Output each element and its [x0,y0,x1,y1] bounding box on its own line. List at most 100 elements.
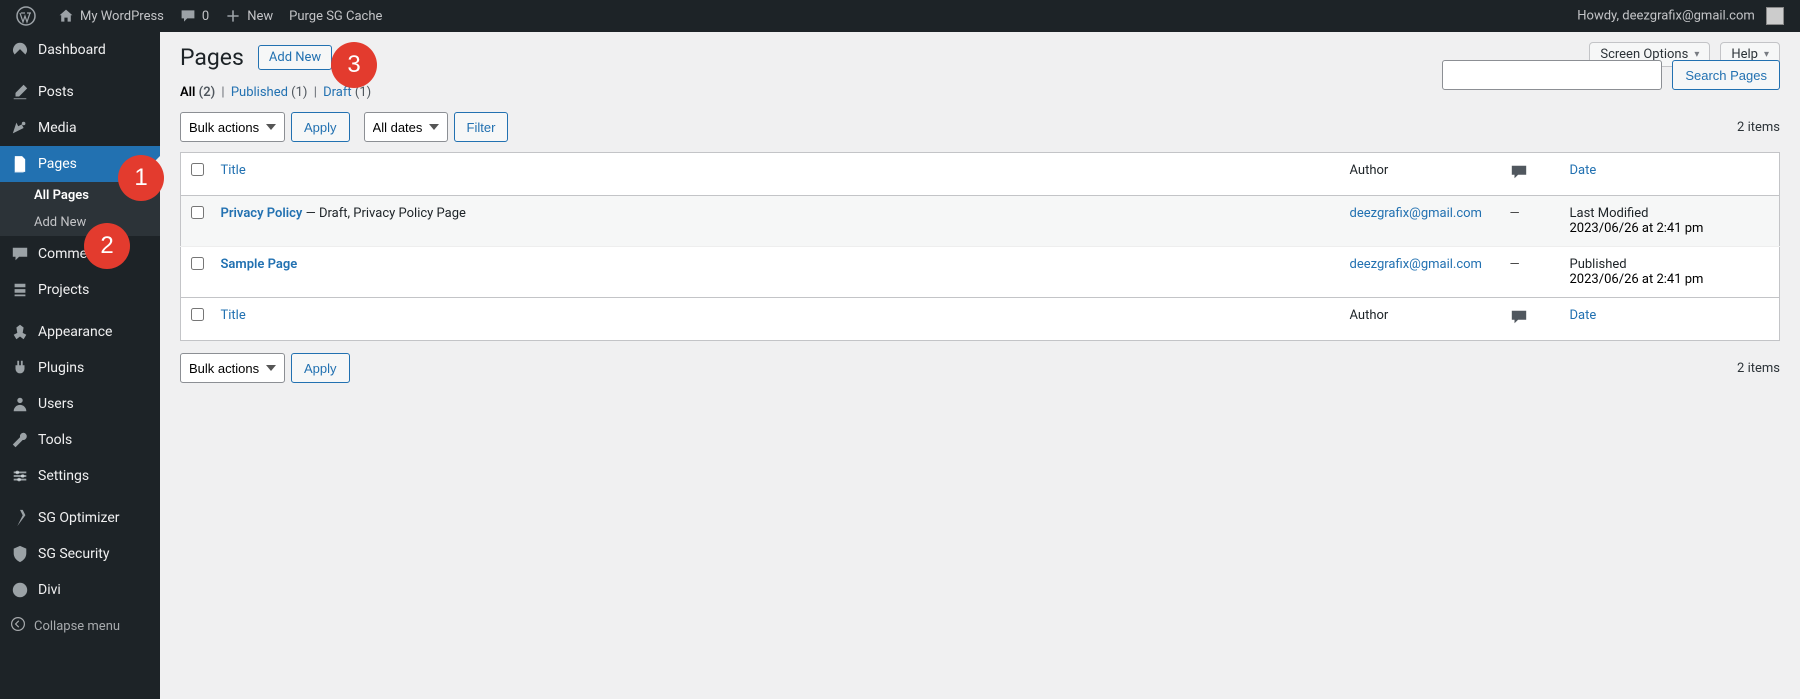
wp-logo[interactable] [8,0,50,32]
sg-security-icon [10,544,30,564]
howdy-user: deezgrafix@gmail.com [1622,8,1754,23]
sidebar-item-comments[interactable]: Comments [0,236,160,272]
table-row: Privacy Policy — Draft, Privacy Policy P… [181,196,1780,247]
posts-icon [10,82,30,102]
comments-column-icon-bottom [1510,315,1528,330]
sidebar-item-label: Settings [38,468,89,484]
toolbar-purge-label: Purge SG Cache [289,9,382,24]
bulk-actions-select-top[interactable]: Bulk actions [180,112,285,142]
date-filter-select[interactable]: All dates [364,112,448,142]
divi-icon [10,580,30,600]
search-box: Search Pages [1442,60,1780,90]
select-all-bottom[interactable] [191,308,204,321]
sidebar-item-appearance[interactable]: Appearance [0,314,160,350]
bulk-apply-bottom[interactable]: Apply [291,353,350,383]
toolbar-new-label: New [247,9,273,24]
avatar [1766,7,1784,25]
bulk-apply-top[interactable]: Apply [291,112,350,142]
sidebar-item-label: Pages [38,156,77,172]
row-comments: — [1510,206,1520,221]
pages-table: Title Author Date Privacy Policy — Draft… [180,152,1780,341]
sidebar-item-label: Media [38,120,77,136]
sidebar-item-label: Divi [38,582,61,598]
column-date-sort[interactable]: Date [1570,163,1597,178]
sidebar-item-posts[interactable]: Posts [0,74,160,110]
projects-icon [10,280,30,300]
row-title-link[interactable]: Privacy Policy [221,206,303,221]
sidebar-item-label: Users [38,396,74,412]
comments-icon [10,244,30,264]
plus-icon [225,8,241,24]
row-select[interactable] [191,206,204,219]
row-select[interactable] [191,257,204,270]
settings-icon [10,466,30,486]
plugins-icon [10,358,30,378]
collapse-menu-label: Collapse menu [34,619,120,634]
annotation-3: 3 [331,42,377,88]
select-all-top[interactable] [191,163,204,176]
column-title-sort[interactable]: Title [221,163,246,178]
page-title: Pages [180,44,258,71]
collapse-menu[interactable]: Collapse menu [0,608,160,644]
collapse-icon [10,616,26,636]
add-new-page-button[interactable]: Add New [258,45,332,70]
toolbar-purge-cache[interactable]: Purge SG Cache [281,0,390,32]
howdy-account[interactable]: Howdy, deezgrafix@gmail.com [1569,7,1792,25]
comments-column-icon [1510,170,1528,185]
media-icon [10,118,30,138]
dashboard-icon [10,40,30,60]
sidebar-item-label: Posts [38,84,74,100]
sidebar-item-dashboard[interactable]: Dashboard [0,32,160,68]
items-count-top: 2 items [1737,120,1780,135]
sidebar-item-label: SG Security [38,546,109,562]
admin-sidebar: DashboardPostsMediaPagesAll PagesAdd New… [0,32,160,699]
row-date-status: Last Modified [1570,206,1770,221]
sidebar-item-label: SG Optimizer [38,510,119,526]
row-date-value: 2023/06/26 at 2:41 pm [1570,221,1770,236]
admin-toolbar: My WordPress 0 New Purge SG Cache Howdy,… [0,0,1800,32]
tablenav-bottom: Bulk actions Apply 2 items [180,353,1780,383]
sidebar-item-sg-optimizer[interactable]: SG Optimizer [0,500,160,536]
filter-draft[interactable]: Draft (1) [323,85,371,100]
toolbar-comments[interactable]: 0 [172,0,217,32]
search-submit-button[interactable]: Search Pages [1672,60,1780,90]
row-date-status: Published [1570,257,1770,272]
row-author-link[interactable]: deezgrafix@gmail.com [1350,206,1482,221]
site-name: My WordPress [80,9,164,24]
filter-published[interactable]: Published (1) [231,85,308,100]
table-row: Sample Pagedeezgrafix@gmail.com—Publishe… [181,247,1780,298]
sidebar-item-tools[interactable]: Tools [0,422,160,458]
toolbar-new[interactable]: New [217,0,281,32]
column-author: Author [1350,163,1389,178]
users-icon [10,394,30,414]
sidebar-item-plugins[interactable]: Plugins [0,350,160,386]
sidebar-item-users[interactable]: Users [0,386,160,422]
sg-optimizer-icon [10,508,30,528]
home-icon [58,8,74,24]
bulk-actions-select-bottom[interactable]: Bulk actions [180,353,285,383]
howdy-prefix: Howdy, [1577,8,1622,23]
row-date-value: 2023/06/26 at 2:41 pm [1570,272,1770,287]
filter-button[interactable]: Filter [454,112,509,142]
sidebar-item-label: Appearance [38,324,112,340]
row-author-link[interactable]: deezgrafix@gmail.com [1350,257,1482,272]
tablenav-top: Bulk actions Apply All dates Filter 2 it… [180,112,1780,142]
sidebar-item-label: Dashboard [38,42,106,58]
sidebar-item-settings[interactable]: Settings [0,458,160,494]
site-name-link[interactable]: My WordPress [50,0,172,32]
row-title-link[interactable]: Sample Page [221,257,298,272]
sidebar-item-label: Plugins [38,360,84,376]
sidebar-item-divi[interactable]: Divi [0,572,160,608]
toolbar-comments-count: 0 [202,9,209,24]
column-date-sort-bottom[interactable]: Date [1570,308,1597,323]
sidebar-item-media[interactable]: Media [0,110,160,146]
submenu-item-add-new[interactable]: Add New [0,209,160,236]
sidebar-item-label: Projects [38,282,89,298]
sidebar-item-sg-security[interactable]: SG Security [0,536,160,572]
column-title-sort-bottom[interactable]: Title [221,308,246,323]
filter-all[interactable]: All (2) [180,85,215,100]
sidebar-item-projects[interactable]: Projects [0,272,160,308]
annotation-1: 1 [118,155,164,201]
main-content: Screen Options Help Pages Add New All (2… [160,32,1800,699]
search-input[interactable] [1442,60,1662,90]
